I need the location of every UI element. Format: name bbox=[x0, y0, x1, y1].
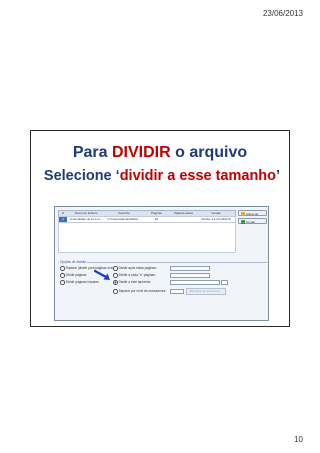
title-text-after: o arquivo bbox=[170, 144, 248, 161]
subtitle-text-after: ’ bbox=[276, 168, 281, 184]
page-number: 10 bbox=[294, 435, 303, 444]
slide-date: 23/06/2013 bbox=[262, 9, 303, 18]
slide-subtitle: Selecione ‘dividir a esse tamanho’ bbox=[34, 168, 290, 184]
pointer-arrow-icon bbox=[93, 269, 110, 280]
title-text-before: Para bbox=[72, 144, 112, 161]
slide-frame: Para DIVIDIR o arquivo Selecione ‘dividi… bbox=[30, 130, 290, 327]
slide-title: Para DIVIDIR o arquivo bbox=[31, 144, 289, 162]
subtitle-highlight: dividir a esse tamanho bbox=[119, 168, 277, 184]
embedded-screenshot: # Nome do ficheiro Caminho Páginas Palav… bbox=[54, 206, 269, 321]
subtitle-text-before: Selecione ‘ bbox=[43, 168, 120, 184]
title-highlight: DIVIDIR bbox=[112, 144, 171, 161]
